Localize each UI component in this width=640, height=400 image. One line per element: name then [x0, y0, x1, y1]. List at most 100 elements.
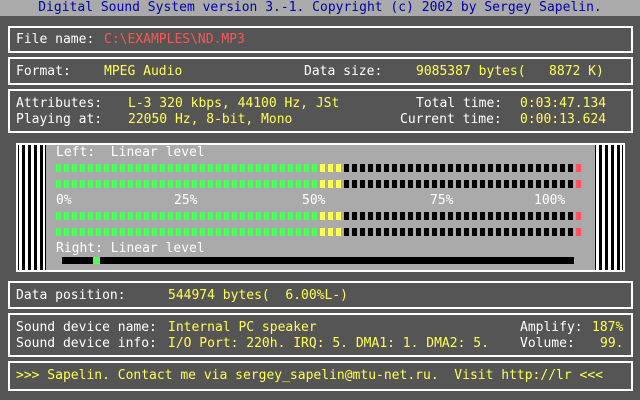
volume-label: Volume: — [520, 336, 575, 351]
meter-segment — [96, 164, 101, 172]
meter-segment — [312, 164, 317, 172]
meter-segment — [448, 228, 453, 236]
meter-segment — [400, 212, 405, 220]
meter-segment — [176, 228, 181, 236]
meter-segment — [56, 180, 61, 188]
meter-segment — [504, 212, 509, 220]
meter-segment — [272, 180, 277, 188]
meter-segment — [384, 180, 389, 188]
meter-segment — [328, 164, 333, 172]
meter-segment — [408, 228, 413, 236]
meter-segment — [88, 180, 93, 188]
meter-segment — [360, 164, 365, 172]
data-position-label: Data position: — [16, 288, 126, 303]
meter-segment — [344, 212, 349, 220]
meter-segment — [488, 164, 493, 172]
meter-segment — [576, 164, 581, 172]
meter-segment — [520, 228, 525, 236]
meter-segment — [408, 212, 413, 220]
meter-segment — [392, 180, 397, 188]
meter-segment — [456, 212, 461, 220]
meter-segment — [168, 212, 173, 220]
meter-segment — [360, 212, 365, 220]
scale-50: 50% — [302, 193, 326, 208]
meter-segment — [376, 228, 381, 236]
meter-segment — [496, 180, 501, 188]
meter-segment — [488, 180, 493, 188]
meter-segment — [512, 180, 517, 188]
meter-segment — [264, 228, 269, 236]
meter-segment — [448, 164, 453, 172]
meter-segment — [352, 164, 357, 172]
data-size-label: Data size: — [304, 64, 383, 79]
meter-segment — [288, 228, 293, 236]
meter-segment — [264, 212, 269, 220]
meter-segment — [480, 228, 485, 236]
meter-segment — [152, 228, 157, 236]
meter-segment — [296, 180, 301, 188]
meter-segment — [480, 212, 485, 220]
meter-segment — [208, 164, 213, 172]
meter-segment — [344, 164, 349, 172]
format-label: Format: — [16, 64, 71, 79]
meter-segment — [136, 164, 141, 172]
meter-segment — [552, 180, 557, 188]
data-size-value: 9085387 bytes( 8872 K) — [416, 64, 604, 79]
meter-segment — [216, 212, 221, 220]
meter-segment — [128, 164, 133, 172]
meter-segment — [112, 212, 117, 220]
scale-0: 0% — [56, 193, 72, 208]
meter-segment — [232, 180, 237, 188]
position-slider-handle[interactable] — [93, 257, 100, 264]
meter-segment — [280, 228, 285, 236]
meter-segment — [496, 228, 501, 236]
meter-segment — [312, 180, 317, 188]
total-time-label: Total time: — [416, 96, 503, 111]
sound-device-info-label: Sound device info: — [16, 336, 157, 351]
meter-segment — [240, 180, 245, 188]
meter-segment — [160, 180, 165, 188]
meter-segment — [64, 212, 69, 220]
meter-segment — [280, 212, 285, 220]
meter-segment — [392, 164, 397, 172]
meter-segment — [536, 228, 541, 236]
meter-segment — [432, 228, 437, 236]
meter-segment — [376, 180, 381, 188]
meter-segment — [232, 164, 237, 172]
meter-segment — [528, 164, 533, 172]
meter-segment — [64, 228, 69, 236]
position-slider[interactable] — [62, 257, 574, 264]
meter-segment — [64, 180, 69, 188]
meter-segment — [88, 228, 93, 236]
meter-segment — [104, 212, 109, 220]
meter-segment — [144, 228, 149, 236]
meter-segment — [368, 212, 373, 220]
meter-segment — [96, 180, 101, 188]
meter-segment — [328, 228, 333, 236]
meter-segment — [272, 228, 277, 236]
meter-segment — [256, 164, 261, 172]
vu-meter-display: Left: Linear level 0% 25% 50% 75% 100% R… — [46, 145, 595, 270]
meter-segment — [176, 164, 181, 172]
meter-segment — [216, 228, 221, 236]
meter-segment — [336, 212, 341, 220]
meter-segment — [56, 228, 61, 236]
meter-segment — [160, 212, 165, 220]
meter-segment — [544, 164, 549, 172]
sound-device-name-value: Internal PC speaker — [168, 320, 317, 335]
meter-segment — [216, 164, 221, 172]
meter-segment — [120, 180, 125, 188]
meter-segment — [480, 164, 485, 172]
meter-segment — [320, 228, 325, 236]
meter-segment — [320, 180, 325, 188]
meter-segment — [72, 180, 77, 188]
meter-segment — [288, 212, 293, 220]
meter-segment — [496, 164, 501, 172]
meter-segment — [464, 180, 469, 188]
meter-segment — [352, 228, 357, 236]
file-name-label: File name: — [16, 32, 95, 47]
meter-segment — [432, 164, 437, 172]
meter-segment — [280, 164, 285, 172]
meter-segment — [112, 164, 117, 172]
meter-segment — [104, 164, 109, 172]
